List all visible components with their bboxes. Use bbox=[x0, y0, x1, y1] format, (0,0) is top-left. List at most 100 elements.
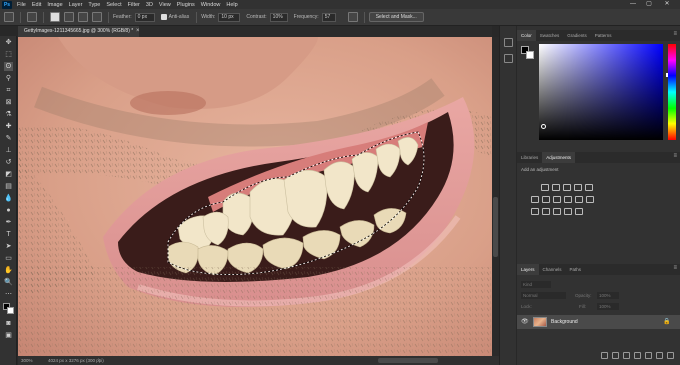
posterize-icon[interactable] bbox=[542, 208, 550, 215]
tab-paths[interactable]: Paths bbox=[566, 264, 586, 275]
hue-saturation-icon[interactable] bbox=[531, 196, 539, 203]
frame-tool-icon[interactable]: ⊠ bbox=[4, 98, 13, 107]
zoom-tool-icon[interactable]: 🔍 bbox=[4, 278, 13, 287]
close-button[interactable]: ✕ bbox=[660, 0, 674, 9]
color-lookup-icon[interactable] bbox=[586, 196, 594, 203]
clone-stamp-tool-icon[interactable]: ⊥ bbox=[4, 146, 13, 155]
add-to-selection-icon[interactable] bbox=[64, 12, 74, 22]
marquee-tool-icon[interactable]: ⬚ bbox=[4, 50, 13, 59]
image-canvas[interactable] bbox=[18, 37, 492, 356]
menu-filter[interactable]: Filter bbox=[125, 2, 143, 8]
new-group-icon[interactable] bbox=[645, 352, 652, 359]
rectangle-tool-icon[interactable]: ▭ bbox=[4, 254, 13, 263]
levels-icon[interactable] bbox=[552, 184, 560, 191]
tab-gradients[interactable]: Gradients bbox=[563, 30, 591, 41]
document-tab[interactable]: GettyImages-1211345665.jpg @ 300% (RGB/8… bbox=[18, 26, 140, 37]
layer-name[interactable]: Background bbox=[551, 319, 578, 325]
menu-plugins[interactable]: Plugins bbox=[174, 2, 198, 8]
eraser-tool-icon[interactable]: ◩ bbox=[4, 170, 13, 179]
tab-channels[interactable]: Channels bbox=[539, 264, 566, 275]
tab-layers[interactable]: Layers bbox=[517, 264, 539, 275]
horizontal-scroll-thumb[interactable] bbox=[378, 358, 438, 363]
lasso-tool-icon[interactable]: ʘ bbox=[4, 62, 13, 71]
more-tools-icon[interactable]: ⋯ bbox=[4, 290, 13, 299]
layer-style-icon[interactable] bbox=[612, 352, 619, 359]
status-expand-icon[interactable]: › bbox=[98, 357, 100, 363]
history-panel-icon[interactable] bbox=[504, 38, 513, 47]
pen-pressure-icon[interactable] bbox=[347, 12, 358, 22]
zoom-level[interactable]: 300% bbox=[21, 358, 33, 363]
hand-tool-icon[interactable]: ✋ bbox=[4, 266, 13, 275]
menu-type[interactable]: Type bbox=[85, 2, 103, 8]
photo-filter-icon[interactable] bbox=[564, 196, 572, 203]
antialias-checkbox[interactable] bbox=[160, 14, 167, 20]
properties-panel-icon[interactable] bbox=[504, 54, 513, 63]
home-icon[interactable] bbox=[4, 12, 14, 22]
tab-patterns[interactable]: Patterns bbox=[591, 30, 616, 41]
channel-mixer-icon[interactable] bbox=[575, 196, 583, 203]
invert-icon[interactable] bbox=[531, 208, 539, 215]
menu-help[interactable]: Help bbox=[223, 2, 240, 8]
tab-color[interactable]: Color bbox=[517, 30, 536, 41]
background-color-swatch[interactable] bbox=[7, 307, 14, 314]
menu-3d[interactable]: 3D bbox=[143, 2, 156, 8]
tab-libraries[interactable]: Libraries bbox=[517, 152, 542, 163]
adjustment-layer-icon[interactable] bbox=[634, 352, 641, 359]
width-input[interactable]: 10 px bbox=[218, 12, 241, 22]
brightness-contrast-icon[interactable] bbox=[541, 184, 549, 191]
add-mask-icon[interactable] bbox=[623, 352, 630, 359]
menu-view[interactable]: View bbox=[156, 2, 174, 8]
move-tool-icon[interactable]: ✥ bbox=[4, 38, 13, 47]
feather-input[interactable]: 0 px bbox=[134, 12, 155, 22]
menu-file[interactable]: File bbox=[14, 2, 29, 8]
path-selection-tool-icon[interactable]: ➤ bbox=[4, 242, 13, 251]
delete-layer-icon[interactable] bbox=[667, 352, 674, 359]
brush-tool-icon[interactable]: ✎ bbox=[4, 134, 13, 143]
opacity-input[interactable]: 100% bbox=[597, 292, 619, 299]
link-layers-icon[interactable] bbox=[601, 352, 608, 359]
color-picker-marker[interactable] bbox=[541, 124, 546, 129]
select-and-mask-button[interactable]: Select and Mask... bbox=[368, 12, 424, 22]
color-balance-icon[interactable] bbox=[542, 196, 550, 203]
magnetic-lasso-tool-icon[interactable] bbox=[27, 12, 37, 22]
screen-mode-icon[interactable]: ▣ bbox=[4, 331, 13, 340]
new-selection-icon[interactable] bbox=[50, 12, 60, 22]
contrast-input[interactable]: 10% bbox=[269, 12, 288, 22]
crop-tool-icon[interactable]: ⌗ bbox=[4, 86, 13, 95]
frequency-input[interactable]: 57 bbox=[321, 12, 336, 22]
menu-layer[interactable]: Layer bbox=[66, 2, 86, 8]
panel-background-swatch[interactable] bbox=[526, 51, 534, 59]
tab-adjustments[interactable]: Adjustments bbox=[542, 152, 576, 163]
fill-input[interactable]: 100% bbox=[597, 303, 619, 310]
threshold-icon[interactable] bbox=[553, 208, 561, 215]
layers-menu-icon[interactable]: ≡ bbox=[673, 265, 677, 271]
quick-select-tool-icon[interactable]: ⚲ bbox=[4, 74, 13, 83]
new-layer-icon[interactable] bbox=[656, 352, 663, 359]
color-field[interactable] bbox=[539, 44, 663, 140]
hue-marker[interactable] bbox=[666, 73, 668, 77]
close-tab-icon[interactable]: × bbox=[136, 26, 140, 37]
vertical-scroll-thumb[interactable] bbox=[493, 197, 498, 257]
visibility-eye-icon[interactable]: 👁 bbox=[521, 318, 529, 325]
eyedropper-tool-icon[interactable]: ⚗ bbox=[4, 110, 13, 119]
menu-select[interactable]: Select bbox=[103, 2, 124, 8]
curves-icon[interactable] bbox=[563, 184, 571, 191]
blur-tool-icon[interactable]: 💧 bbox=[4, 194, 13, 203]
menu-image[interactable]: Image bbox=[44, 2, 65, 8]
hue-slider[interactable] bbox=[666, 44, 676, 140]
subtract-from-selection-icon[interactable] bbox=[78, 12, 88, 22]
gradient-map-icon[interactable] bbox=[564, 208, 572, 215]
pen-tool-icon[interactable]: ✒ bbox=[4, 218, 13, 227]
history-brush-tool-icon[interactable]: ↺ bbox=[4, 158, 13, 167]
minimize-button[interactable]: — bbox=[626, 0, 640, 9]
blend-mode-select[interactable]: Normal bbox=[521, 292, 566, 299]
healing-brush-tool-icon[interactable]: ✚ bbox=[4, 122, 13, 131]
layer-row[interactable]: 👁 Background 🔒 bbox=[517, 315, 680, 329]
menu-edit[interactable]: Edit bbox=[29, 2, 44, 8]
quick-mask-icon[interactable]: ◙ bbox=[4, 319, 13, 328]
color-panel-menu-icon[interactable]: ≡ bbox=[673, 31, 677, 37]
gradient-tool-icon[interactable]: ▤ bbox=[4, 182, 13, 191]
black-white-icon[interactable] bbox=[553, 196, 561, 203]
selective-color-icon[interactable] bbox=[575, 208, 583, 215]
vertical-scrollbar[interactable] bbox=[492, 37, 499, 356]
